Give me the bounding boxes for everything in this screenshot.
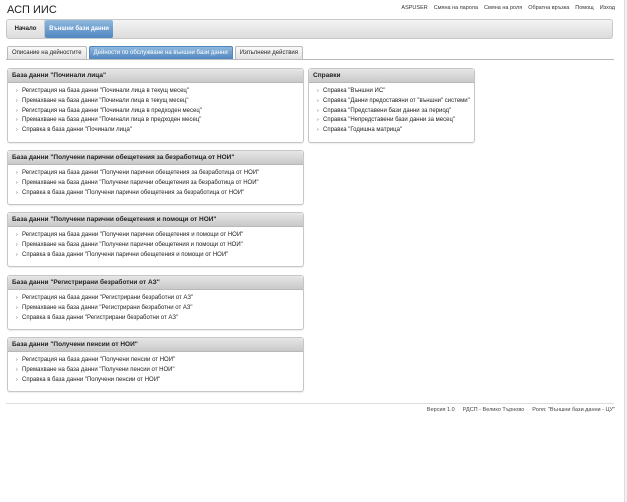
change-password-link[interactable]: Смяна на парола — [434, 5, 478, 11]
link[interactable]: Премахване на база данни "Получени парич… — [22, 242, 243, 248]
link[interactable]: Премахване на база данни "Получени парич… — [22, 180, 259, 186]
panel-title: База данни "Получени парични обещетения … — [8, 151, 303, 165]
list-item[interactable]: › Справка "Външни ИС" — [317, 87, 474, 97]
panel-title: База данни "Получени пенсии от НОИ" — [8, 338, 303, 352]
list-item[interactable]: › Справка в база данни "Получени парични … — [16, 189, 303, 199]
footer: Версия 1.0 РДСП - Велико Търново Роля: "… — [427, 407, 615, 413]
list-item[interactable]: › Премахване на база данни "Получени пари… — [16, 179, 303, 189]
list-item[interactable]: › Премахване на база данни "Починали лица… — [16, 97, 303, 107]
user-link[interactable]: ASPUSER — [401, 5, 427, 11]
tab-divider — [6, 59, 614, 60]
tab-external-db-activities[interactable]: Дейности по обслужване на външни бази да… — [88, 46, 233, 59]
list-item[interactable]: › Регистрация на база данни "Починали лиц… — [16, 107, 303, 117]
link[interactable]: Справка в база данни "Получени пенсии от… — [22, 377, 160, 383]
list-item[interactable]: › Регистрация на база данни "Получени пар… — [16, 231, 303, 241]
link[interactable]: Премахване на база данни "Регистрирани б… — [22, 305, 193, 311]
link[interactable]: Регистрация на база данни "Получени пари… — [22, 232, 243, 238]
list-item[interactable]: › Справка в база данни "Регистрирани безр… — [16, 314, 303, 324]
list-item[interactable]: › Справка "Данни предоставяни от "външни"… — [317, 97, 474, 107]
panel-title: База данни "Получени парични обещетения … — [8, 213, 303, 227]
list-item[interactable]: › Справка "Непредставени бази данни за ме… — [317, 116, 474, 126]
change-role-link[interactable]: Смяна на роля — [484, 5, 522, 11]
tab-activities-description[interactable]: Описание на дейностите — [7, 46, 87, 59]
link[interactable]: Справка в база данни "Регистрирани безра… — [22, 315, 178, 321]
menu-item-external-databases[interactable]: Външни бази данни — [45, 20, 113, 38]
link[interactable]: Регистрация на база данни "Починали лица… — [22, 108, 202, 114]
panel-registered-unemployed: База данни "Регистрирани безработни от А… — [7, 275, 304, 330]
panel-unemployment-benefits: База данни "Получени парични обещетения … — [7, 150, 304, 205]
menu-item-home[interactable]: Начало — [7, 20, 45, 38]
list-item[interactable]: › Справка в база данни "Починали лица" — [16, 126, 303, 136]
panel-title: База данни "Починали лица" — [8, 69, 303, 83]
list-item[interactable]: › Премахване на база данни "Починали лица… — [16, 116, 303, 126]
link[interactable]: Регистрация на база данни "Получени пенс… — [22, 357, 175, 363]
link[interactable]: Справка "Външни ИС" — [323, 88, 385, 94]
main-menu: Начало Външни бази данни — [6, 19, 613, 39]
footer-divider — [6, 403, 614, 404]
panel-benefits-and-aid: База данни "Получени парични обещетения … — [7, 212, 304, 267]
role-label: Роля: "Външни бази данни - ЦУ" — [532, 407, 615, 413]
list-item[interactable]: › Премахване на база данни "Регистрирани … — [16, 304, 303, 314]
list-item[interactable]: › Регистрация на база данни "Получени пен… — [16, 356, 303, 366]
list-item[interactable]: › Справка в база данни "Получени пенсии о… — [16, 376, 303, 386]
link[interactable]: Премахване на база данни "Починали лица … — [22, 117, 201, 123]
list-item[interactable]: › Регистрация на база данни "Починали лиц… — [16, 87, 303, 97]
panel-pensions: База данни "Получени пенсии от НОИ" › Рег… — [7, 337, 304, 392]
top-navigation: ASPUSER Смяна на парола Смяна на роля Об… — [401, 5, 615, 11]
link[interactable]: Справка "Годишна матрица" — [323, 127, 402, 133]
link[interactable]: Премахване на база данни "Получени пенси… — [22, 367, 175, 373]
link[interactable]: Регистрация на база данни "Починали лица… — [22, 88, 189, 94]
list-item[interactable]: › Справка "Годишна матрица" — [317, 126, 474, 136]
list-item[interactable]: › Регистрация на база данни "Регистрирани… — [16, 294, 303, 304]
list-item[interactable]: › Справка в база данни "Получени парични … — [16, 251, 303, 261]
link[interactable]: Регистрация на база данни "Получени пари… — [22, 170, 259, 176]
feedback-link[interactable]: Обратна връзка — [528, 5, 569, 11]
link[interactable]: Справка в база данни "Починали лица" — [22, 127, 132, 133]
help-link[interactable]: Помощ — [575, 5, 593, 11]
list-item[interactable]: › Премахване на база данни "Получени пари… — [16, 241, 303, 251]
panel-title: Справки — [309, 69, 474, 83]
link[interactable]: Справка в база данни "Получени парични о… — [22, 190, 244, 196]
link[interactable]: Справка в база данни "Получени парични о… — [22, 252, 228, 258]
link[interactable]: Справка "Данни предоставяни от "външни" … — [323, 98, 470, 104]
list-item[interactable]: › Регистрация на база данни "Получени пар… — [16, 169, 303, 179]
panel-title: База данни "Регистрирани безработни от А… — [8, 276, 303, 290]
app-title: АСП ИИС — [7, 4, 57, 16]
version-label: Версия 1.0 — [426, 407, 455, 413]
panel-deceased-persons: База данни "Починали лица" › Регистрация … — [7, 68, 304, 143]
list-item[interactable]: › Справка "Представени бази данни за пери… — [317, 107, 474, 117]
logout-link[interactable]: Изход — [600, 5, 615, 11]
organization-label: РДСП - Велико Търново — [462, 407, 525, 413]
panel-reports: Справки › Справка "Външни ИС" › Справка "Д… — [308, 68, 475, 143]
link[interactable]: Справка "Непредставени бази данни за мес… — [323, 117, 455, 123]
tab-completed-actions[interactable]: Изпълнени действия — [234, 46, 303, 59]
link[interactable]: Справка "Представени бази данни за перио… — [323, 108, 451, 114]
list-item[interactable]: › Премахване на база данни "Получени пенс… — [16, 366, 303, 376]
link[interactable]: Регистрация на база данни "Регистрирани … — [22, 295, 193, 301]
tab-bar: Описание на дейностите Дейности по обслу… — [7, 46, 303, 59]
link[interactable]: Премахване на база данни "Починали лица … — [22, 98, 188, 104]
